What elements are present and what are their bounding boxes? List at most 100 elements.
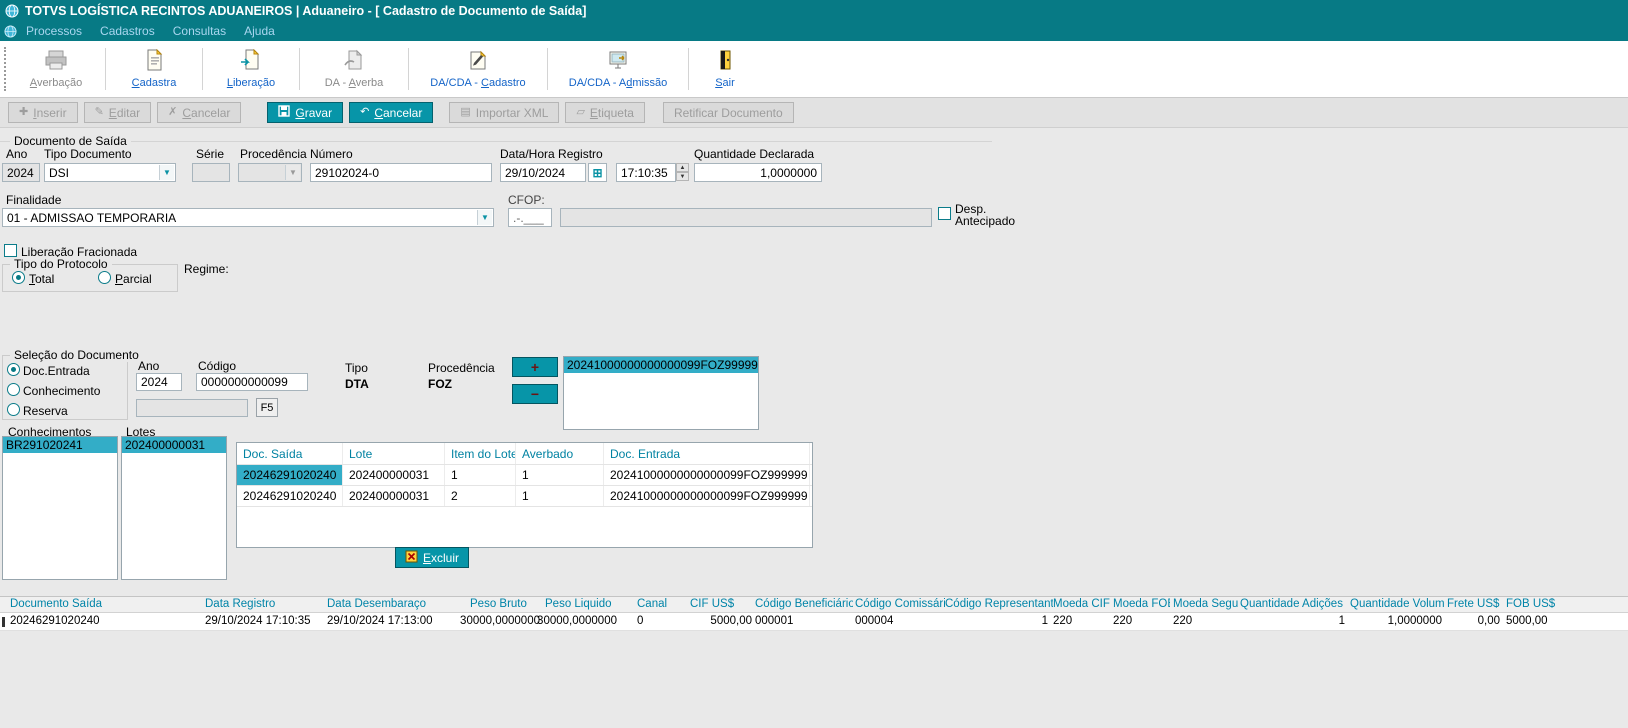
spinner-down-icon[interactable]: ▼ bbox=[676, 172, 689, 181]
toolbar-sair-button[interactable]: Sair bbox=[694, 41, 756, 97]
serie-field[interactable] bbox=[192, 163, 230, 182]
save-icon bbox=[278, 105, 291, 120]
grid-col-moeda-seguro[interactable]: Moeda Seguro bbox=[1173, 598, 1238, 610]
grid-col-codigo-beneficiario[interactable]: Código Beneficiário bbox=[755, 598, 853, 610]
cfop-descricao-field bbox=[560, 208, 932, 227]
table-row[interactable]: 20246291020240 202400000031 1 1 20241000… bbox=[237, 465, 812, 486]
grid-col-peso-bruto[interactable]: Peso Bruto bbox=[470, 598, 555, 610]
col-lote[interactable]: Lote bbox=[343, 443, 445, 464]
toolbar-liberacao-button[interactable]: Liberação bbox=[208, 41, 294, 97]
grid-col-canal[interactable]: Canal bbox=[637, 598, 682, 610]
excluir-button[interactable]: Excluir bbox=[395, 547, 470, 568]
retificar-documento-button[interactable]: Retificar Documento bbox=[662, 102, 794, 123]
protocolo-total-radio[interactable] bbox=[12, 271, 25, 284]
menu-ajuda[interactable]: Ajuda bbox=[235, 22, 284, 40]
cell[interactable]: 20246291020240 bbox=[237, 486, 343, 506]
grid-cell: 1 bbox=[1041, 615, 1048, 627]
ano-field[interactable]: 2024 bbox=[2, 163, 40, 182]
grid-col-data-desembaraco[interactable]: Data Desembaraço bbox=[327, 598, 462, 610]
gravar-button[interactable]: Gravar bbox=[267, 102, 344, 123]
list-item[interactable]: 20241000000000000099FOZ999999 bbox=[564, 357, 758, 373]
reserva-radio[interactable] bbox=[7, 403, 20, 416]
toolbar-dacda-cadastro-button[interactable]: DA/CDA - Cadastro bbox=[414, 41, 542, 97]
etiqueta-button[interactable]: ▱ Etiqueta bbox=[565, 102, 645, 123]
toolbar-dacda-admissao-button[interactable]: DA/CDA - Admissão bbox=[553, 41, 683, 97]
cell[interactable]: 2 bbox=[445, 486, 516, 506]
col-item-do-lote[interactable]: Item do Lote bbox=[445, 443, 516, 464]
finalidade-select[interactable]: 01 - ADMISSAO TEMPORARIA ▼ bbox=[2, 208, 494, 227]
conhecimento-label: Conhecimento bbox=[23, 384, 101, 398]
grid-col-fob[interactable]: FOB US$ bbox=[1506, 598, 1566, 610]
grid-col-codigo-representante[interactable]: Código Representante bbox=[945, 598, 1053, 610]
grid-col-peso-liquido[interactable]: Peso Liquido bbox=[545, 598, 630, 610]
grid-cell: 5000,00 bbox=[710, 615, 752, 627]
selecao-ano-field[interactable]: 2024 bbox=[136, 373, 182, 391]
toolbar-cadastra-button[interactable]: Cadastra bbox=[111, 41, 197, 97]
calendar-button[interactable]: ⊞ bbox=[588, 163, 607, 182]
chevron-down-icon[interactable]: ▼ bbox=[477, 210, 492, 225]
cfop-field[interactable]: .-.___ bbox=[508, 208, 552, 227]
add-document-button[interactable]: + bbox=[512, 357, 558, 377]
editar-button[interactable]: ✎ Editar bbox=[83, 102, 152, 123]
desp-antecipado-checkbox[interactable] bbox=[938, 207, 951, 220]
bottom-grid-header: Documento Saída Data Registro Data Desem… bbox=[0, 596, 1628, 613]
numero-field[interactable]: 29102024-0 bbox=[310, 163, 492, 182]
cell[interactable]: 1 bbox=[516, 486, 604, 506]
main-toolbar: Averbação Cadastra Liberação DA - Averba… bbox=[0, 41, 1628, 98]
grid-col-codigo-comissaria[interactable]: Código Comissária bbox=[855, 598, 945, 610]
conhecimento-radio[interactable] bbox=[7, 383, 20, 396]
remove-document-button[interactable]: − bbox=[512, 384, 558, 404]
codigo-field[interactable]: 0000000000099 bbox=[196, 373, 308, 391]
menu-processos[interactable]: Processos bbox=[17, 22, 91, 40]
time-spinner[interactable]: ▲ ▼ bbox=[676, 163, 689, 182]
grid-cell: 000001 bbox=[755, 615, 794, 627]
globe-icon bbox=[5, 4, 19, 18]
menu-cadastros[interactable]: Cadastros bbox=[91, 22, 164, 40]
list-item[interactable]: BR291020241 bbox=[3, 437, 117, 453]
table-row[interactable]: 20246291020240 202400000031 2 1 20241000… bbox=[237, 486, 812, 507]
cell[interactable]: 1 bbox=[516, 465, 604, 485]
menu-consultas[interactable]: Consultas bbox=[164, 22, 235, 40]
cancelar-button[interactable]: ↶ Cancelar bbox=[349, 102, 434, 123]
lotes-listbox[interactable]: 202400000031 bbox=[121, 436, 227, 580]
cell[interactable]: 20241000000000000099FOZ999999 bbox=[604, 486, 810, 506]
grid-col-quantidade-volumes[interactable]: Quantidade Volumes bbox=[1350, 598, 1445, 610]
grid-col-moeda-fob[interactable]: Moeda FOB bbox=[1113, 598, 1170, 610]
grid-col-cif[interactable]: CIF US$ bbox=[690, 598, 750, 610]
liberacao-fracionada-checkbox[interactable] bbox=[4, 244, 17, 257]
inserir-button[interactable]: ✚ Inserir bbox=[8, 102, 78, 123]
conhecimentos-listbox[interactable]: BR291020241 bbox=[2, 436, 118, 580]
grid-col-data-registro[interactable]: Data Registro bbox=[205, 598, 323, 610]
procedencia-select[interactable]: ▼ bbox=[238, 163, 302, 182]
toolbar-grip[interactable] bbox=[4, 47, 9, 91]
col-doc-saida[interactable]: Doc. Saída bbox=[237, 443, 343, 464]
col-averbado[interactable]: Averbado bbox=[516, 443, 604, 464]
grid-col-moeda-cif[interactable]: Moeda CIF bbox=[1053, 598, 1110, 610]
spinner-up-icon[interactable]: ▲ bbox=[676, 163, 689, 172]
grid-row[interactable]: 20246291020240 29/10/2024 17:10:35 29/10… bbox=[0, 613, 1628, 631]
quantidade-declarada-field[interactable]: 1,0000000 bbox=[694, 163, 822, 182]
tipo-documento-select[interactable]: DSI ▼ bbox=[44, 163, 176, 182]
col-doc-entrada[interactable]: Doc. Entrada bbox=[604, 443, 810, 464]
list-item[interactable]: 202400000031 bbox=[122, 437, 226, 453]
f5-button[interactable]: F5 bbox=[256, 398, 278, 417]
cell[interactable]: 1 bbox=[445, 465, 516, 485]
tipo-documento-label: Tipo Documento bbox=[44, 147, 132, 161]
chevron-down-icon[interactable]: ▼ bbox=[159, 165, 174, 180]
importar-xml-button[interactable]: ▤ Importar XML bbox=[449, 102, 560, 123]
toolbar-da-averba-button: DA - Averba bbox=[305, 41, 403, 97]
cell[interactable]: 20246291020240 bbox=[237, 465, 343, 485]
cancelar-disabled-button[interactable]: ✗ Cancelar bbox=[157, 102, 242, 123]
hora-registro-field[interactable]: 17:10:35 bbox=[616, 163, 676, 182]
protocolo-parcial-radio[interactable] bbox=[98, 271, 111, 284]
documentos-listbox[interactable]: 20241000000000000099FOZ999999 bbox=[563, 356, 759, 430]
cell[interactable]: 202400000031 bbox=[343, 465, 445, 485]
cell[interactable]: 202400000031 bbox=[343, 486, 445, 506]
cell[interactable]: 20241000000000000099FOZ999999 bbox=[604, 465, 810, 485]
grid-col-frete[interactable]: Frete US$ bbox=[1447, 598, 1502, 610]
doc-entrada-radio[interactable] bbox=[7, 363, 20, 376]
undo-icon: ↶ bbox=[360, 106, 370, 118]
data-registro-field[interactable]: 29/10/2024 bbox=[500, 163, 586, 182]
grid-col-documento-saida[interactable]: Documento Saída bbox=[10, 598, 200, 610]
grid-col-quantidade-adicoes[interactable]: Quantidade Adições bbox=[1240, 598, 1345, 610]
